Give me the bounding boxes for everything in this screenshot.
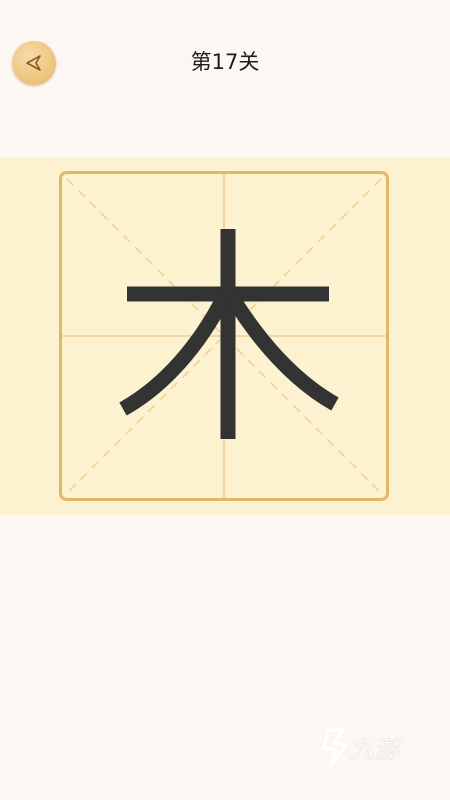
- character-grid: [59, 171, 389, 501]
- level-title: 第17关: [190, 50, 260, 74]
- logo-mark-icon: [322, 728, 348, 768]
- watermark-text: 九游: [350, 736, 402, 764]
- watermark-logo: 九游: [318, 722, 418, 772]
